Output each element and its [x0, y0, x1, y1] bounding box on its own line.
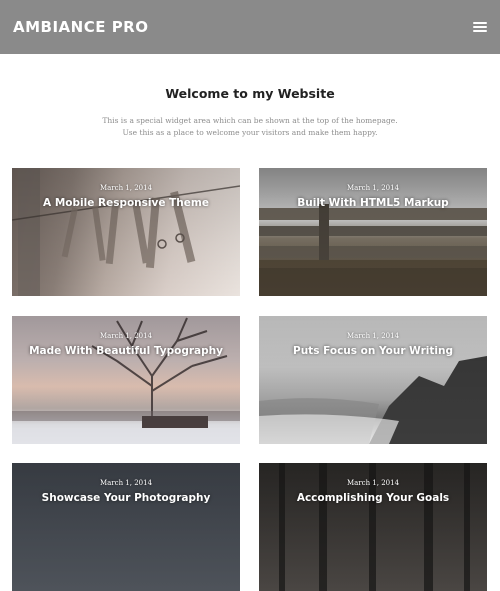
welcome-line-1: This is a special widget area which can …: [102, 116, 398, 125]
site-header: AMBIANCE PRO: [0, 0, 500, 54]
post-card[interactable]: March 1, 2014 Built With HTML5 Markup: [259, 168, 487, 296]
post-card[interactable]: March 1, 2014 Puts Focus on Your Writing: [259, 316, 487, 444]
post-title-link[interactable]: Puts Focus on Your Writing: [259, 345, 487, 357]
post-title-link[interactable]: Made With Beautiful Typography: [12, 345, 240, 357]
welcome-line-2: Use this as a place to welcome your visi…: [122, 128, 378, 137]
post-date: March 1, 2014: [346, 332, 400, 340]
post-date: March 1, 2014: [346, 184, 400, 192]
post-card[interactable]: March 1, 2014 Accomplishing Your Goals: [259, 463, 487, 591]
welcome-widget: Welcome to my Website This is a special …: [0, 86, 500, 139]
menu-icon-bar: [473, 26, 487, 28]
post-date: March 1, 2014: [99, 332, 153, 340]
post-card[interactable]: March 1, 2014 A Mobile Responsive Theme: [12, 168, 240, 296]
post-title-link[interactable]: Accomplishing Your Goals: [259, 492, 487, 504]
welcome-text: This is a special widget area which can …: [0, 115, 500, 139]
site-title-link[interactable]: AMBIANCE PRO: [13, 18, 149, 36]
post-date: March 1, 2014: [99, 184, 153, 192]
welcome-title: Welcome to my Website: [165, 86, 335, 101]
post-title-link[interactable]: A Mobile Responsive Theme: [12, 197, 240, 209]
menu-icon-bar: [473, 30, 487, 32]
post-title-link[interactable]: Built With HTML5 Markup: [259, 197, 487, 209]
menu-icon-bar: [473, 22, 487, 24]
post-date: March 1, 2014: [346, 479, 400, 487]
post-title-link[interactable]: Showcase Your Photography: [12, 492, 240, 504]
post-date: March 1, 2014: [99, 479, 153, 487]
post-card[interactable]: March 1, 2014 Showcase Your Photography: [12, 463, 240, 591]
post-card[interactable]: March 1, 2014 Made With Beautiful Typogr…: [12, 316, 240, 444]
hamburger-menu-icon[interactable]: [473, 22, 487, 32]
